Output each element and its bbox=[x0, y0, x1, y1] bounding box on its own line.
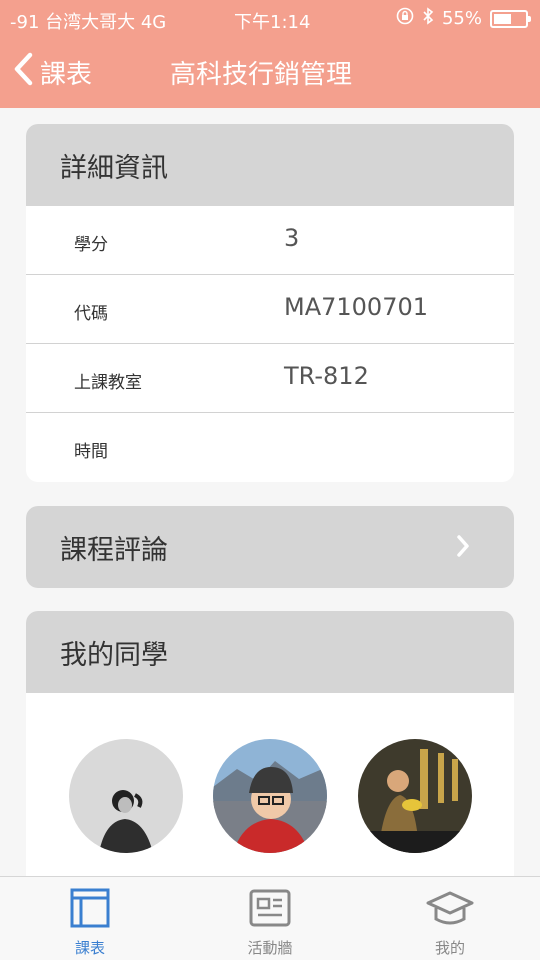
classmate-avatar[interactable] bbox=[358, 739, 472, 853]
graduation-cap-icon bbox=[400, 887, 500, 933]
status-right: 55% bbox=[396, 7, 531, 30]
reviews-card[interactable]: 課程評論 bbox=[26, 506, 514, 588]
status-time: 下午1:14 bbox=[234, 12, 311, 33]
detail-row-code: 代碼 MA7100701 bbox=[26, 275, 514, 344]
bluetooth-icon bbox=[422, 7, 434, 30]
classmate-avatar[interactable] bbox=[213, 739, 327, 853]
tab-profile[interactable]: 我的 bbox=[400, 877, 500, 960]
reviews-row[interactable]: 課程評論 bbox=[26, 506, 514, 588]
schedule-icon bbox=[40, 887, 140, 933]
battery-icon bbox=[490, 9, 531, 28]
details-card: 詳細資訊 學分 3 代碼 MA7100701 上課教室 TR-812 時間 bbox=[26, 124, 514, 482]
detail-label: 時間 bbox=[74, 442, 108, 462]
classmates-list bbox=[26, 693, 514, 876]
detail-label: 上課教室 bbox=[74, 373, 142, 393]
page-title: 高科技行銷管理 bbox=[170, 60, 353, 90]
detail-value: TR-812 bbox=[284, 362, 369, 390]
classmates-heading: 我的同學 bbox=[26, 611, 514, 693]
tab-label: 我的 bbox=[434, 939, 465, 957]
detail-value: MA7100701 bbox=[284, 293, 429, 321]
carrier-label: -91 台湾大哥大 4G bbox=[10, 12, 167, 33]
newspaper-icon bbox=[220, 887, 320, 933]
detail-row-time: 時間 bbox=[26, 413, 514, 482]
app-header: -91 台湾大哥大 4G 下午1:14 55% 課表 高科技行銷管理 bbox=[0, 0, 540, 108]
battery-percent: 55% bbox=[441, 8, 482, 29]
chevron-right-icon bbox=[456, 533, 470, 566]
tab-label: 活動牆 bbox=[247, 939, 293, 957]
tab-activity-wall[interactable]: 活動牆 bbox=[220, 877, 320, 960]
detail-row-classroom: 上課教室 TR-812 bbox=[26, 344, 514, 413]
details-heading: 詳細資訊 bbox=[26, 124, 514, 206]
detail-label: 學分 bbox=[74, 235, 108, 255]
back-button[interactable]: 課表 bbox=[12, 52, 92, 92]
chevron-left-icon bbox=[12, 52, 34, 93]
battery-fill bbox=[494, 13, 511, 24]
nav-bar: 課表 高科技行銷管理 bbox=[0, 36, 540, 108]
back-label: 課表 bbox=[40, 59, 93, 90]
tab-bar: 課表 活動牆 我的 bbox=[0, 876, 540, 960]
reviews-heading: 課程評論 bbox=[60, 534, 168, 566]
tab-schedule[interactable]: 課表 bbox=[40, 877, 140, 960]
orientation-lock-icon bbox=[396, 7, 414, 30]
detail-row-credits: 學分 3 bbox=[26, 206, 514, 275]
detail-value: 3 bbox=[284, 224, 300, 252]
status-bar: -91 台湾大哥大 4G 下午1:14 55% bbox=[0, 0, 540, 36]
classmates-card: 我的同學 bbox=[26, 611, 514, 876]
classmate-avatar[interactable] bbox=[69, 739, 183, 853]
tab-label: 課表 bbox=[74, 939, 105, 957]
detail-label: 代碼 bbox=[74, 304, 108, 324]
